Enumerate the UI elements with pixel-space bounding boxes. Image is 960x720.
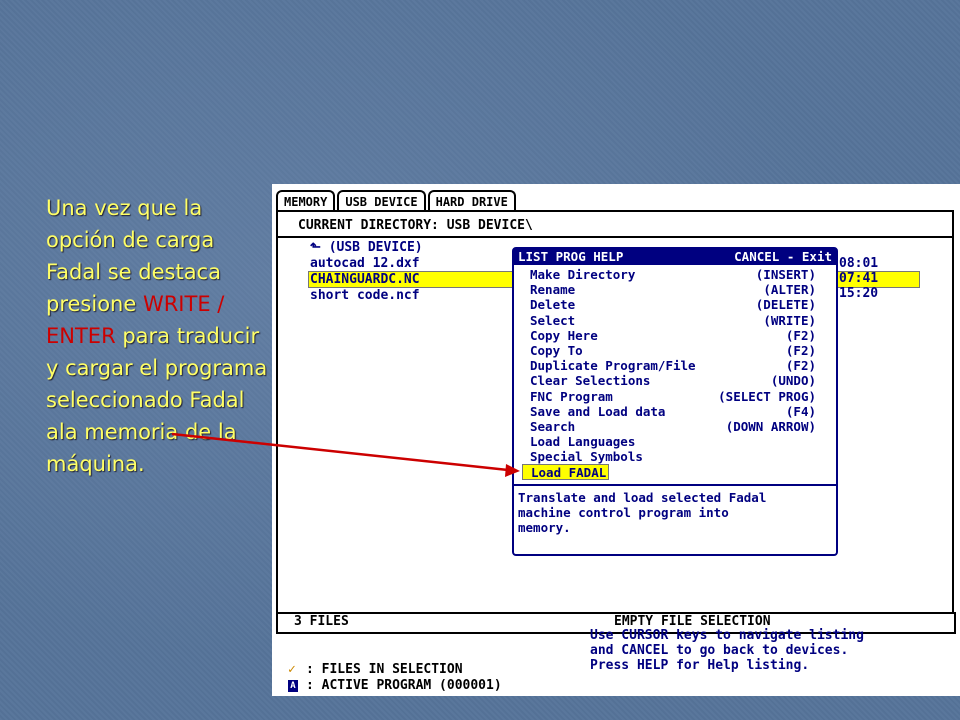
file-time: 15:20	[839, 286, 879, 301]
menu-item-save-load-data[interactable]: Save and Load data (F4)	[530, 404, 836, 419]
caption-key-write: WRITE /	[142, 292, 225, 316]
menu-item-make-directory[interactable]: Make Directory (INSERT)	[530, 267, 836, 282]
list-prog-help-popup: LIST PROG HELP CANCEL - Exit Make Direct…	[512, 247, 838, 556]
tab-hard-drive[interactable]: HARD DRIVE	[427, 190, 516, 212]
list-item-file-selected[interactable]: CHAINGUARDC.NC	[310, 272, 423, 288]
popup-title: LIST PROG HELP	[518, 249, 624, 264]
popup-help-text: Translate and load selected Fadal machin…	[514, 486, 836, 539]
menu-item-select[interactable]: Select (WRITE)	[530, 313, 836, 328]
current-directory: CURRENT DIRECTORY: USB DEVICE\	[298, 218, 533, 233]
file-list: ⬑ (USB DEVICE) autocad 12.dxf CHAINGUARD…	[310, 240, 423, 304]
popup-menu: Make Directory (INSERT) Rename (ALTER) Del…	[514, 265, 836, 480]
legend: ✓: FILES IN SELECTION A: ACTIVE PROGRAM …	[288, 662, 502, 694]
nav-help-line: and CANCEL to go back to devices.	[590, 643, 849, 658]
list-item-file[interactable]: autocad 12.dxf	[310, 256, 423, 272]
help-line: memory.	[518, 519, 571, 535]
menu-item-special-symbols[interactable]: Special Symbols	[530, 449, 836, 464]
menu-item-copy-here[interactable]: Copy Here (F2)	[530, 328, 836, 343]
nav-help-line: Use CURSOR keys to navigate listing	[590, 628, 864, 643]
caption-key-enter: ENTER	[46, 324, 116, 348]
legend-row-selection: ✓: FILES IN SELECTION	[288, 662, 463, 677]
tab-memory[interactable]: MEMORY	[276, 190, 336, 212]
tab-usb-device[interactable]: USB DEVICE	[337, 190, 426, 212]
check-mark-icon: ✓	[288, 662, 296, 677]
up-arrow-icon: ⬑	[310, 240, 329, 255]
menu-item-duplicate[interactable]: Duplicate Program/File (F2)	[530, 358, 836, 373]
menu-item-delete[interactable]: Delete (DELETE)	[530, 297, 836, 312]
files-count: 3 FILES	[294, 614, 349, 629]
menu-item-copy-to[interactable]: Copy To (F2)	[530, 343, 836, 358]
cancel-exit-button[interactable]: CANCEL - Exit	[734, 249, 832, 265]
legend-row-active: A: ACTIVE PROGRAM (000001)	[288, 678, 502, 694]
help-line: Translate and load selected Fadal	[518, 489, 767, 505]
selection-status: EMPTY FILE SELECTION	[614, 614, 771, 629]
popup-header: LIST PROG HELP CANCEL - Exit	[514, 249, 836, 265]
menu-item-rename[interactable]: Rename (ALTER)	[530, 282, 836, 297]
file-times: 08:01 07:41 15:20	[839, 256, 878, 301]
menu-item-search[interactable]: Search (DOWN ARROW)	[530, 419, 836, 434]
slide-caption: Una vez que la opción de carga Fadal se …	[46, 192, 268, 480]
list-item-file[interactable]: short code.ncf	[310, 288, 423, 304]
header-divider	[276, 236, 952, 238]
file-time: 08:01	[839, 256, 879, 271]
navigation-help: Use CURSOR keys to navigate listing and …	[590, 628, 864, 673]
file-time-selected: 07:41	[839, 271, 879, 286]
menu-item-load-fadal[interactable]: Load FADAL	[522, 464, 836, 480]
menu-item-clear-selections[interactable]: Clear Selections (UNDO)	[530, 373, 836, 388]
nav-help-line: Press HELP for Help listing.	[590, 658, 810, 673]
active-program-icon: A	[288, 680, 298, 692]
menu-item-fnc-program[interactable]: FNC Program (SELECT PROG)	[530, 389, 836, 404]
cnc-file-screen: MEMORY USB DEVICE HARD DRIVE CURRENT DIR…	[272, 184, 960, 696]
menu-item-load-languages[interactable]: Load Languages	[530, 434, 836, 449]
list-item-parent[interactable]: ⬑ (USB DEVICE)	[310, 240, 423, 256]
device-tabs: MEMORY USB DEVICE HARD DRIVE	[276, 190, 518, 212]
help-line: machine control program into	[518, 504, 729, 520]
